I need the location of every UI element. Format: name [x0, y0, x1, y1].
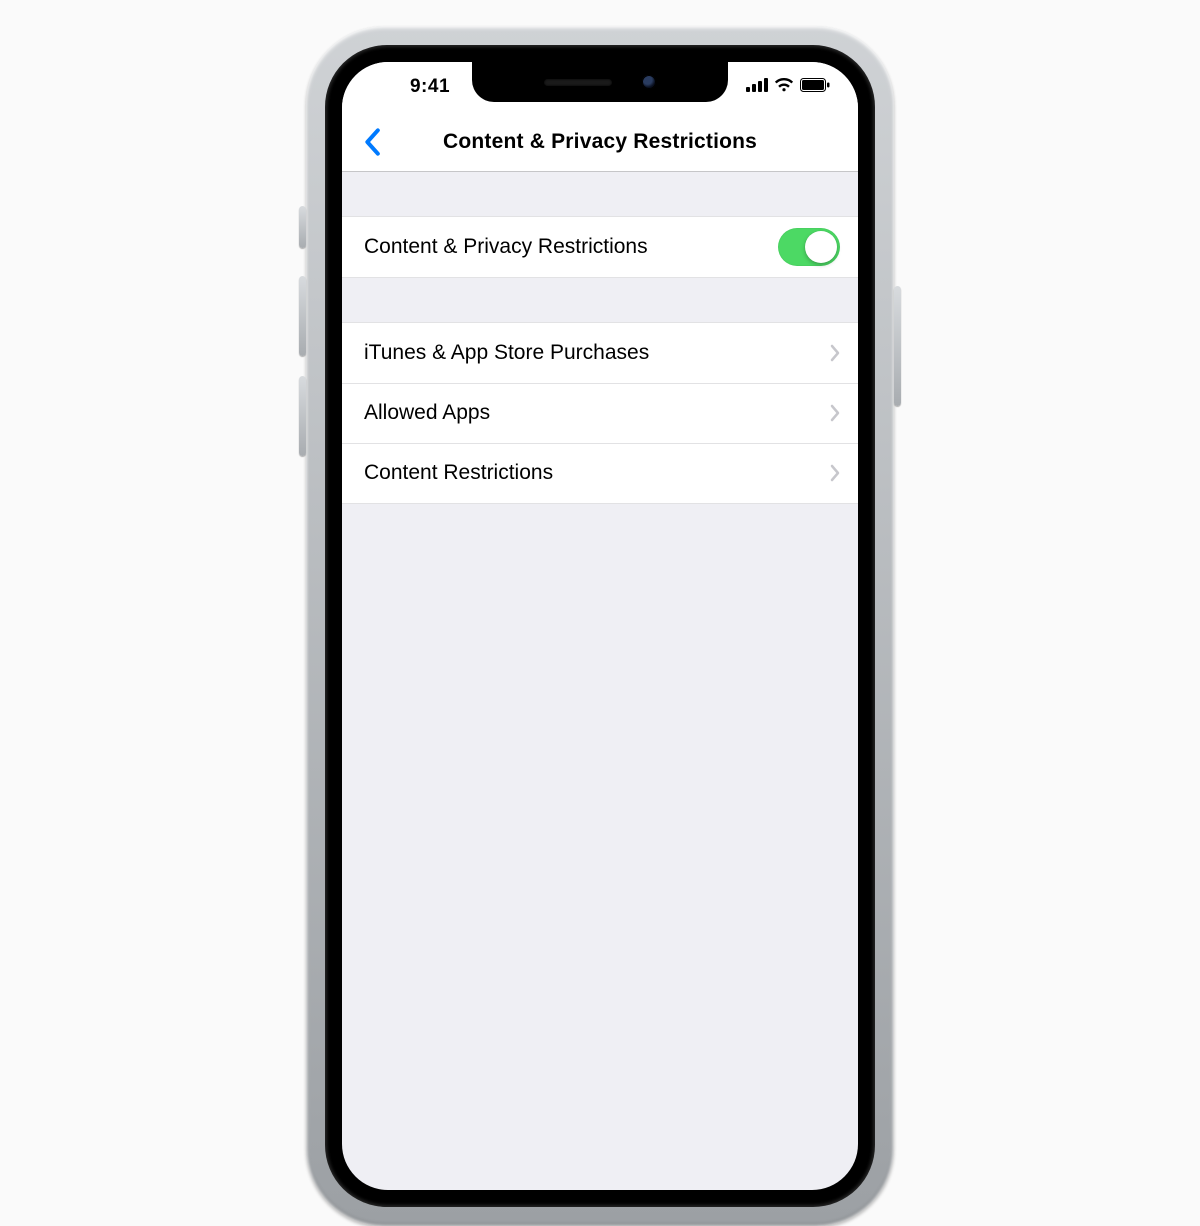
content-privacy-toggle-row: Content & Privacy Restrictions: [342, 217, 858, 277]
row-allowed-apps[interactable]: Allowed Apps: [342, 383, 858, 443]
section-spacer: [342, 278, 858, 322]
chevron-right-icon: [830, 404, 840, 422]
device-bezel: 9:41: [325, 45, 875, 1207]
screen: 9:41: [342, 62, 858, 1190]
notch: [472, 62, 728, 102]
side-button: [894, 286, 901, 406]
content-privacy-toggle[interactable]: [778, 228, 840, 266]
volume-up-button: [299, 276, 306, 356]
navigation-bar: Content & Privacy Restrictions: [342, 112, 858, 172]
wifi-icon: [774, 78, 794, 97]
cellular-signal-icon: [746, 78, 768, 97]
chevron-right-icon: [830, 344, 840, 362]
row-label: Content Restrictions: [364, 461, 830, 485]
earpiece-speaker: [544, 79, 612, 86]
mute-switch: [299, 206, 306, 248]
toggle-knob: [805, 231, 837, 263]
status-icons: [710, 78, 830, 97]
toggle-label: Content & Privacy Restrictions: [364, 235, 778, 259]
section-spacer: [342, 172, 858, 216]
row-content-restrictions[interactable]: Content Restrictions: [342, 443, 858, 503]
volume-down-button: [299, 376, 306, 456]
row-label: iTunes & App Store Purchases: [364, 341, 830, 365]
front-camera: [642, 75, 656, 89]
device-frame: 9:41: [306, 26, 894, 1226]
settings-group: iTunes & App Store Purchases Allowed App…: [342, 322, 858, 504]
battery-icon: [800, 78, 830, 97]
back-button[interactable]: [352, 122, 392, 162]
chevron-right-icon: [830, 464, 840, 482]
row-itunes-appstore-purchases[interactable]: iTunes & App Store Purchases: [342, 323, 858, 383]
page-title: Content & Privacy Restrictions: [342, 130, 858, 154]
row-label: Allowed Apps: [364, 401, 830, 425]
toggle-group: Content & Privacy Restrictions: [342, 216, 858, 278]
